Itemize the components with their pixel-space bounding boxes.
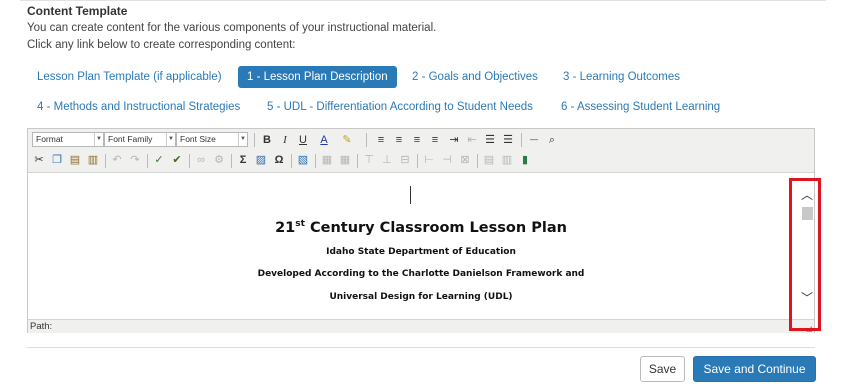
document-udl-line: Universal Design for Learning (UDL) (329, 292, 513, 302)
text-cursor (410, 186, 411, 204)
section-description: You can create content for the various c… (27, 22, 437, 34)
table-icon[interactable]: ▦ (320, 153, 334, 167)
edit-table-icon[interactable]: ▧ (296, 153, 310, 167)
toolbar-separator (357, 154, 358, 168)
font-family-select-label: Font Family (108, 134, 153, 144)
toolbar-separator (366, 133, 367, 147)
toolbar-separator (315, 154, 316, 168)
font-family-select[interactable]: Font Family ▼ (104, 132, 176, 147)
save-button[interactable]: Save (640, 356, 685, 382)
tab-lesson-plan-description[interactable]: 1 - Lesson Plan Description (238, 66, 397, 88)
special-char-icon[interactable]: Ω (272, 153, 286, 167)
italic-icon[interactable]: I (278, 133, 292, 147)
tab-goals-and-objectives[interactable]: 2 - Goals and Objectives (412, 66, 538, 88)
document-framework-line: Developed According to the Charlotte Dan… (257, 269, 585, 279)
toolbar-separator (254, 133, 255, 147)
save-icon[interactable]: ▮ (518, 153, 532, 167)
align-justify-icon[interactable]: ≡ (428, 133, 442, 147)
highlight-color-icon[interactable]: ✎ (340, 133, 354, 147)
bold-icon[interactable]: B (260, 133, 274, 147)
align-left-icon[interactable]: ≡ (374, 133, 388, 147)
actions-divider (27, 347, 815, 348)
indent-icon[interactable]: ⇥ (447, 133, 461, 147)
toolbar-separator (477, 154, 478, 168)
sum-icon[interactable]: Σ (236, 153, 250, 167)
text-color-icon[interactable]: A (317, 133, 331, 147)
tab-learning-outcomes[interactable]: 3 - Learning Outcomes (563, 66, 680, 88)
unlink-icon[interactable]: ⚙ (212, 153, 226, 167)
delete-row-icon[interactable]: ⊟ (398, 153, 412, 167)
top-divider (20, 0, 826, 1)
table-props-icon[interactable]: ▦ (338, 153, 352, 167)
toolbar-separator (231, 154, 232, 168)
align-right-icon[interactable]: ≡ (410, 133, 424, 147)
document-title: 21st Century Classroom Lesson Plan (28, 219, 814, 236)
cut-icon[interactable]: ✂ (32, 153, 46, 167)
scrollbar-highlight-box (789, 178, 821, 331)
toolbar-separator (105, 154, 106, 168)
redo-icon[interactable]: ↷ (128, 153, 142, 167)
font-size-select[interactable]: Font Size ▼ (176, 132, 248, 147)
format-select[interactable]: Format ▼ (32, 132, 104, 147)
undo-icon[interactable]: ↶ (110, 153, 124, 167)
chevron-down-icon: ▼ (166, 133, 175, 146)
tab-udl-differentiation[interactable]: 5 - UDL - Differentiation According to S… (267, 96, 533, 118)
image-icon[interactable]: ▨ (254, 153, 268, 167)
chevron-down-icon: ▼ (238, 133, 247, 146)
tab-lesson-plan-template[interactable]: Lesson Plan Template (if applicable) (37, 66, 222, 88)
paste-icon[interactable]: ▤ (68, 153, 82, 167)
spellcheck-icon[interactable]: ✓ (152, 153, 166, 167)
editor-toolbar: Format ▼ Font Family ▼ Font Size ▼ B I U A … (28, 129, 814, 173)
title-ordinal: st (295, 219, 305, 229)
editor-content[interactable]: 21st Century Classroom Lesson Plan Idaho… (28, 174, 814, 319)
save-and-continue-button[interactable]: Save and Continue (693, 356, 816, 382)
insert-row-before-icon[interactable]: ⊤ (362, 153, 376, 167)
toolbar-separator (189, 154, 190, 168)
copy-icon[interactable]: ❐ (50, 153, 64, 167)
title-text: Century Classroom Lesson Plan (304, 219, 567, 236)
align-center-icon[interactable]: ≡ (392, 133, 406, 147)
toolbar-separator (291, 154, 292, 168)
merge-cells-icon[interactable]: ▥ (500, 153, 514, 167)
insert-col-after-icon[interactable]: ⊣ (440, 153, 454, 167)
editor-statusbar: Path: ◢ (28, 319, 814, 333)
horizontal-rule-icon[interactable]: — (527, 133, 541, 147)
rich-text-editor: Format ▼ Font Family ▼ Font Size ▼ B I U A … (27, 128, 815, 333)
title-number: 21 (275, 219, 296, 236)
path-label: Path: (30, 321, 53, 332)
link-icon[interactable]: ∞ (194, 153, 208, 167)
font-size-select-label: Font Size (180, 134, 216, 144)
tab-methods-strategies[interactable]: 4 - Methods and Instructional Strategies (37, 96, 240, 118)
clean-up-icon[interactable]: ✔ (170, 153, 184, 167)
insert-col-before-icon[interactable]: ⊢ (422, 153, 436, 167)
format-select-label: Format (36, 134, 63, 144)
chevron-down-icon: ▼ (94, 133, 103, 146)
bullet-list-icon[interactable]: ☰ (501, 133, 515, 147)
document-subtitle: Idaho State Department of Education (326, 247, 516, 257)
toolbar-separator (417, 154, 418, 168)
outdent-icon[interactable]: ⇤ (465, 133, 479, 147)
underline-icon[interactable]: U (296, 133, 310, 147)
section-instruction: Click any link below to create correspon… (27, 39, 296, 51)
numbered-list-icon[interactable]: ☰ (483, 133, 497, 147)
toolbar-separator (521, 133, 522, 147)
search-icon[interactable]: ⌕ (545, 133, 559, 147)
insert-row-after-icon[interactable]: ⊥ (380, 153, 394, 167)
split-cells-icon[interactable]: ▤ (482, 153, 496, 167)
paste-text-icon[interactable]: ▥ (86, 153, 100, 167)
section-title: Content Template (27, 4, 128, 18)
delete-col-icon[interactable]: ⊠ (458, 153, 472, 167)
tab-assessing-learning[interactable]: 6 - Assessing Student Learning (561, 96, 720, 118)
toolbar-separator (147, 154, 148, 168)
